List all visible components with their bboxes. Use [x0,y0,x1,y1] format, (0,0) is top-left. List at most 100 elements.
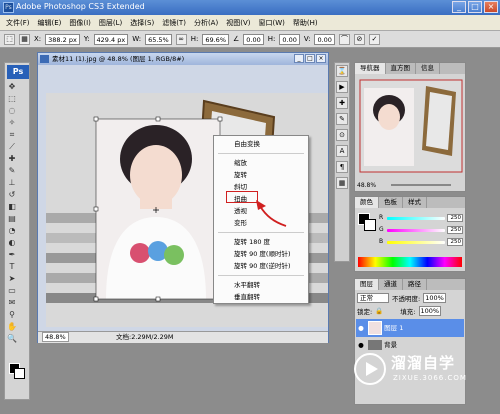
maximize-button[interactable]: □ [468,1,482,13]
bg-color-swatch[interactable] [364,219,376,231]
zoom-level[interactable]: 48.8% [42,332,69,342]
marquee-tool-icon[interactable]: ⬚ [7,94,17,104]
zoom-tool-icon[interactable]: 🔍 [7,334,17,344]
reference-point-icon[interactable]: ▦ [19,33,30,45]
document-size-info: 文档:2.29M/2.29M [116,333,174,341]
toolbox: Ps ✥ ⬚ ◌ ✧ ⌗ ⟋ ✚ ✎ ⊥ ↺ ◧ ▤ ◔ ◐ ✒ T ➤ ▭ ✉ ⚲ ✋ 🔍 [4,62,30,400]
brushes-panel-icon[interactable]: ✎ [336,113,348,125]
lock-icon[interactable]: 🔒 [375,307,383,315]
x-input[interactable]: 388.2 px [45,33,80,45]
skew-h-input[interactable]: 0.00 [279,33,300,45]
background-color-swatch[interactable] [14,368,25,379]
menu-edit[interactable]: 编辑(E) [34,18,66,28]
history-panel-icon[interactable]: ⌛ [336,65,348,77]
shape-tool-icon[interactable]: ▭ [7,286,17,296]
paragraph-panel-icon[interactable]: ¶ [336,161,348,173]
doc-close-button[interactable]: × [316,54,326,63]
menu-view[interactable]: 视图(V) [222,18,254,28]
menu-item-free-transform[interactable]: 自由变换 [214,138,308,150]
r-slider[interactable] [387,217,445,220]
crop-tool-icon[interactable]: ⌗ [7,130,17,140]
clone-source-icon[interactable]: ⊙ [336,129,348,141]
menu-item-flip-horizontal[interactable]: 水平翻转 [214,279,308,291]
b-slider[interactable] [387,241,445,244]
tab-swatches[interactable]: 色板 [379,197,403,208]
rotate-input[interactable]: 0.00 [243,33,264,45]
notes-tool-icon[interactable]: ✉ [7,298,17,308]
tab-layers[interactable]: 图层 [355,279,379,290]
h-input[interactable]: 69.6% [202,33,229,45]
menu-item-flip-vertical[interactable]: 垂直翻转 [214,291,308,303]
fill-input[interactable]: 100% [418,306,442,316]
cancel-icon[interactable]: ⊘ [353,33,365,45]
layer-row-selected[interactable]: ● 图层 1 [356,319,464,337]
color-spectrum-bar[interactable] [358,257,462,267]
gradient-tool-icon[interactable]: ▤ [7,214,17,224]
layer-name[interactable]: 背景 [384,341,397,349]
navigator-thumbnail[interactable] [356,76,466,176]
menu-select[interactable]: 选择(S) [126,18,158,28]
hand-tool-icon[interactable]: ✋ [7,322,17,332]
stamp-tool-icon[interactable]: ⊥ [7,178,17,188]
tab-info[interactable]: 信息 [416,63,440,74]
menu-item-scale[interactable]: 缩放 [214,157,308,169]
blur-tool-icon[interactable]: ◔ [7,226,17,236]
skew-v-input[interactable]: 0.00 [314,33,335,45]
b-value[interactable]: 250 [447,238,463,246]
menu-image[interactable]: 图像(I) [65,18,95,28]
link-icon[interactable]: ∞ [175,33,187,45]
lasso-tool-icon[interactable]: ◌ [7,106,17,116]
menu-filter[interactable]: 滤镜(T) [158,18,190,28]
menu-analysis[interactable]: 分析(A) [190,18,222,28]
warp-icon[interactable]: ⌒ [338,33,350,45]
eyedropper-icon[interactable]: ⚲ [7,310,17,320]
menu-item-rotate-180[interactable]: 旋转 180 度 [214,236,308,248]
character-panel-icon[interactable]: A [336,145,348,157]
w-input[interactable]: 65.5% [145,33,172,45]
type-tool-icon[interactable]: T [7,262,17,272]
blend-mode-select[interactable]: 正常 [357,293,389,303]
tool-presets-icon[interactable]: ✚ [336,97,348,109]
menu-item-rotate-90-ccw[interactable]: 旋转 90 度(逆时针) [214,260,308,272]
pen-tool-icon[interactable]: ✒ [7,250,17,260]
healing-tool-icon[interactable]: ✚ [7,154,17,164]
menu-file[interactable]: 文件(F) [2,18,34,28]
layer-comps-icon[interactable]: ▦ [336,177,348,189]
path-select-icon[interactable]: ➤ [7,274,17,284]
tab-navigator[interactable]: 导航器 [355,63,386,74]
eraser-tool-icon[interactable]: ◧ [7,202,17,212]
opacity-input[interactable]: 100% [423,293,446,303]
menu-help[interactable]: 帮助(H) [289,18,322,28]
tab-channels[interactable]: 通道 [379,279,403,290]
menu-layer[interactable]: 图层(L) [95,18,126,28]
magic-wand-icon[interactable]: ✧ [7,118,17,128]
r-value[interactable]: 250 [447,214,463,222]
tab-color[interactable]: 颜色 [355,197,379,208]
menu-item-rotate[interactable]: 旋转 [214,169,308,181]
tab-histogram[interactable]: 直方图 [386,63,416,74]
brush-tool-icon[interactable]: ✎ [7,166,17,176]
close-button[interactable]: × [484,1,498,13]
transform-tool-icon[interactable]: ⬚ [4,33,15,45]
menu-item-rotate-90-cw[interactable]: 旋转 90 度(顺时针) [214,248,308,260]
navigator-zoom-slider[interactable] [391,184,451,186]
tab-styles[interactable]: 样式 [403,197,427,208]
menu-window[interactable]: 窗口(W) [254,18,288,28]
y-input[interactable]: 429.4 px [93,33,129,45]
actions-panel-icon[interactable]: ▶ [336,81,348,93]
slice-tool-icon[interactable]: ⟋ [7,142,17,152]
w-label: W: [132,35,142,43]
navigator-zoom[interactable]: 48.8% [357,182,376,189]
dodge-tool-icon[interactable]: ◐ [7,238,17,248]
doc-maximize-button[interactable]: □ [305,54,315,63]
doc-minimize-button[interactable]: _ [294,54,304,63]
layer-name[interactable]: 图层 1 [384,324,403,332]
commit-icon[interactable]: ✓ [368,33,380,45]
g-slider[interactable] [387,229,445,232]
history-brush-icon[interactable]: ↺ [7,190,17,200]
g-value[interactable]: 250 [447,226,463,234]
visibility-eye-icon[interactable]: ● [356,319,366,337]
minimize-button[interactable]: _ [452,1,466,13]
tab-paths[interactable]: 路径 [403,279,427,290]
move-tool-icon[interactable]: ✥ [7,82,17,92]
